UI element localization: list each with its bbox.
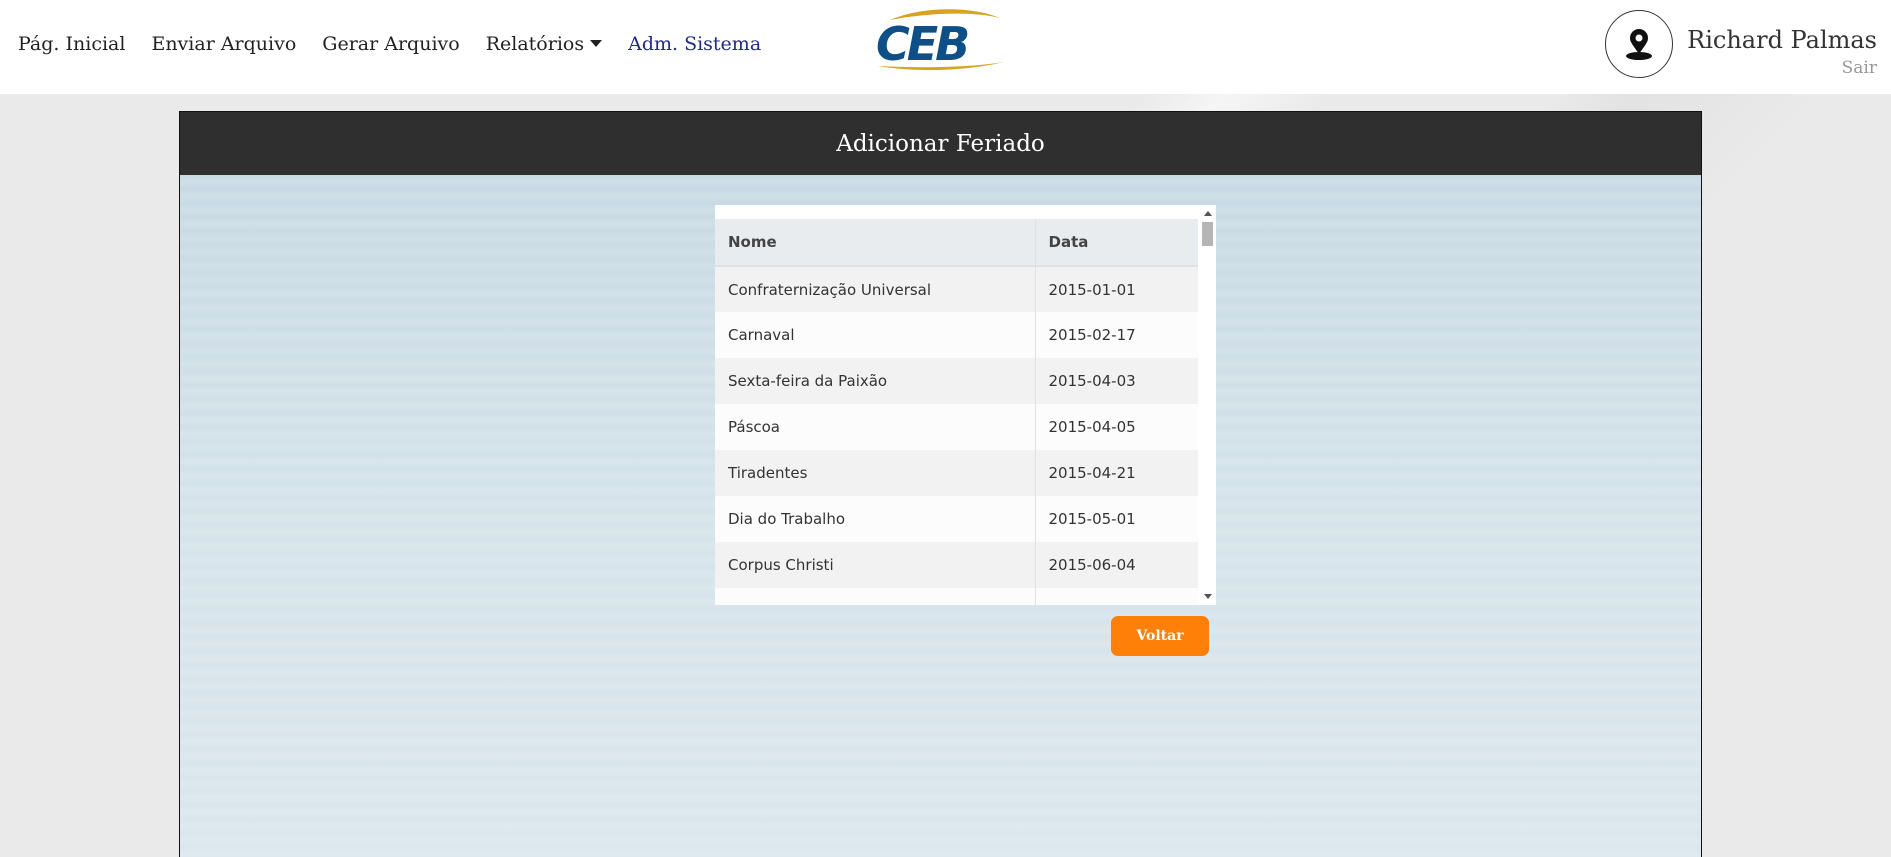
column-header-name[interactable]: Nome: [715, 219, 1036, 267]
cell-date: 2015-02-17: [1035, 312, 1198, 358]
nav-reports-label: Relatórios: [485, 33, 585, 55]
cell-name: [715, 588, 1036, 605]
cell-name: Corpus Christi: [715, 542, 1036, 588]
table-row[interactable]: Tiradentes 2015-04-21: [715, 450, 1198, 496]
nav-generate-file[interactable]: Gerar Arquivo: [322, 33, 459, 55]
back-button[interactable]: Voltar: [1111, 616, 1209, 656]
nav-system-admin[interactable]: Adm. Sistema: [628, 33, 761, 55]
main-nav: Pág. Inicial Enviar Arquivo Gerar Arquiv…: [18, 33, 787, 55]
nav-home-label: Pág. Inicial: [18, 33, 126, 55]
panel-title: Adicionar Feriado: [180, 112, 1701, 175]
cell-name: Páscoa: [715, 404, 1036, 450]
panel-body: Nome Data Confraternização Universal 2015…: [180, 175, 1701, 857]
user-name: Richard Palmas: [1687, 26, 1877, 54]
cell-date: 2015-01-01: [1035, 266, 1198, 312]
cell-date: 2015-04-05: [1035, 404, 1198, 450]
nav-home[interactable]: Pág. Inicial: [18, 33, 125, 55]
nav-send-file-label: Enviar Arquivo: [151, 33, 297, 55]
nav-system-admin-label: Adm. Sistema: [628, 33, 762, 55]
logo-text: CEB: [876, 17, 968, 71]
table-row[interactable]: Corpus Christi 2015-06-04: [715, 542, 1198, 588]
avatar[interactable]: [1605, 10, 1674, 78]
nav-reports-dropdown[interactable]: Relatórios: [485, 33, 603, 55]
user-menu: Richard Palmas Sair: [1605, 10, 1877, 78]
cell-date: [1035, 588, 1198, 605]
nav-send-file[interactable]: Enviar Arquivo: [151, 33, 296, 55]
table-row[interactable]: Confraternização Universal 2015-01-01: [715, 266, 1198, 312]
logout-link[interactable]: Sair: [1687, 58, 1877, 78]
table-scrollbar[interactable]: [1199, 205, 1216, 605]
holidays-table-container[interactable]: Nome Data Confraternização Universal 2015…: [715, 205, 1216, 605]
cell-name: Carnaval: [715, 312, 1036, 358]
table-row[interactable]: Sexta-feira da Paixão 2015-04-03: [715, 358, 1198, 404]
scroll-down-arrow-icon[interactable]: [1204, 594, 1212, 599]
table-row[interactable]: Páscoa 2015-04-05: [715, 404, 1198, 450]
table-header-row: Nome Data: [715, 219, 1198, 267]
user-info: Richard Palmas Sair: [1687, 10, 1877, 78]
cell-name: Confraternização Universal: [715, 266, 1036, 312]
cell-date: 2015-04-21: [1035, 450, 1198, 496]
table-row[interactable]: [715, 588, 1198, 605]
cell-date: 2015-05-01: [1035, 496, 1198, 542]
add-holiday-panel: Adicionar Feriado Nome Data Confraterniz…: [179, 111, 1702, 857]
cell-date: 2015-06-04: [1035, 542, 1198, 588]
cell-name: Tiradentes: [715, 450, 1036, 496]
user-pin-icon: [1626, 29, 1653, 60]
cell-name: Sexta-feira da Paixão: [715, 358, 1036, 404]
cell-date: 2015-04-03: [1035, 358, 1198, 404]
table-row[interactable]: Dia do Trabalho 2015-05-01: [715, 496, 1198, 542]
holidays-table: Nome Data Confraternização Universal 2015…: [715, 219, 1198, 605]
cell-name: Dia do Trabalho: [715, 496, 1036, 542]
nav-generate-file-label: Gerar Arquivo: [322, 33, 460, 55]
ceb-logo[interactable]: CEB: [872, 8, 1014, 74]
scrollbar-thumb[interactable]: [1202, 222, 1213, 246]
column-header-date[interactable]: Data: [1035, 219, 1198, 267]
caret-down-icon: [590, 39, 603, 47]
top-navbar: Pág. Inicial Enviar Arquivo Gerar Arquiv…: [0, 0, 1891, 94]
scroll-up-arrow-icon[interactable]: [1204, 211, 1212, 216]
table-row[interactable]: Carnaval 2015-02-17: [715, 312, 1198, 358]
